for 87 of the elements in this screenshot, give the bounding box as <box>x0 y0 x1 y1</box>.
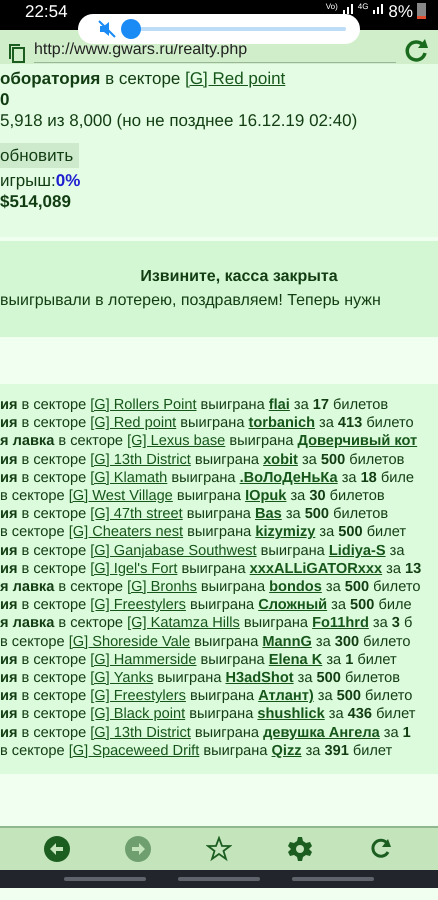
player-link[interactable]: девушка Ангела <box>263 724 380 741</box>
player-link[interactable]: xxxALLiGATORxxx <box>250 560 382 577</box>
sector-link[interactable]: [G] Klamath <box>90 470 168 486</box>
sector-link[interactable]: [G] Bronhs <box>127 579 197 596</box>
player-link[interactable]: torbanich <box>248 415 315 432</box>
lottery-result-line: ия в секторе [G] Igel's Fort выиграна xxxALLiGATORxxx за 13 <box>0 560 422 578</box>
lottery-result-line: ия в секторе [G] Klamath выиграна .ВоЛоДеНьКа за 18 биле <box>0 468 415 488</box>
lottery-result-line: ия в секторе [G] Black point выиграна shushlick за 436 билет <box>0 705 416 724</box>
chance-label: игрыш: <box>0 170 56 191</box>
lottery-result-line: ия в секторе [G] 47th street выиграна Bas за 500 билетов <box>0 505 390 524</box>
sector-link[interactable]: [G] Red point <box>185 69 286 88</box>
lottery-result-line: я лавка в секторе [G] Lexus base выиграна Доверчивый кот <box>0 432 418 451</box>
chance-value: 0% <box>56 170 80 191</box>
lottery-result-line: я лавка в секторе [G] Katamza Hills выиграна Fo11hrd за 3 б <box>0 614 414 633</box>
notice-text: выигрывали в лотерею, поздравляем! Теперь нужн <box>0 291 382 311</box>
ticket-count: 0 <box>0 89 10 110</box>
sector-link[interactable]: [G] Yanks <box>90 670 154 686</box>
location-line: оборатория в секторе [G] Red point <box>0 68 286 89</box>
sector-link[interactable]: [G] Rollers Point <box>90 397 196 413</box>
lottery-result-line: я лавка в секторе [G] Bronhs выиграна bondos за 500 билето <box>0 578 422 596</box>
settings-icon[interactable] <box>287 836 314 862</box>
player-link[interactable]: Elena K <box>268 652 322 668</box>
sector-link[interactable]: [G] Spaceweed Drift <box>68 742 200 759</box>
jackpot-amount: $514,089 <box>0 191 72 212</box>
lottery-result-line: ия в секторе [G] Yanks выиграна H3adShot за 500 билетов <box>0 669 401 688</box>
sector-link[interactable]: [G] Cheaters nest <box>68 524 184 540</box>
lottery-result-line: в секторе [G] Cheaters nest выиграна kizymizy за 500 билет <box>0 523 408 542</box>
sector-link[interactable]: [G] West Village <box>68 488 173 504</box>
star-icon[interactable] <box>206 836 232 862</box>
sector-link[interactable]: [G] Katamza Hills <box>127 615 240 632</box>
gesture-bar[interactable] <box>64 877 146 882</box>
lottery-result-line: ия в секторе [G] Rollers Point выиграна flai за 17 билетов <box>0 396 390 414</box>
player-link[interactable]: .ВоЛоДеНьКа <box>240 470 338 486</box>
refresh-button[interactable]: обновить <box>0 143 80 168</box>
network-type: 4G <box>358 2 368 11</box>
player-link[interactable]: Атлант) <box>258 688 314 704</box>
back-icon[interactable] <box>44 836 70 862</box>
slider-thumb[interactable] <box>120 19 141 39</box>
sector-link[interactable]: [G] Hammerside <box>90 652 196 668</box>
lottery-result-line: в секторе [G] Spaceweed Drift выиграна Qizz за 391 билет <box>0 742 394 760</box>
sector-link[interactable]: [G] Freestylers <box>90 688 186 704</box>
lottery-result-line: ия в секторе [G] Hammerside выиграна Elena K за 1 билет <box>0 650 398 670</box>
lottery-result-line: ия в секторе [G] Ganjabase Southwest выиграна Lidiya-S за <box>0 542 406 560</box>
sector-link[interactable]: [G] Black point <box>90 706 186 722</box>
lottery-result-line: ия в секторе [G] Red point выиграна torbanich за 413 билето <box>0 414 415 432</box>
sector-link[interactable]: [G] Lexus base <box>127 433 226 450</box>
player-link[interactable]: Bas <box>254 506 282 522</box>
battery-icon <box>417 2 426 19</box>
player-link[interactable]: xobit <box>263 452 298 468</box>
lottery-result-line: в секторе [G] West Village выиграна IOpuk за 30 билетов <box>0 487 386 506</box>
gesture-bar[interactable] <box>292 877 374 882</box>
player-link[interactable]: Lidiya-S <box>328 542 386 559</box>
lottery-result-line: в секторе [G] Shoreside Vale выиграна MannG за 300 билето <box>0 632 412 651</box>
muted-speaker-icon[interactable] <box>98 20 116 38</box>
player-link[interactable]: Доверчивый кот <box>298 433 418 450</box>
player-link[interactable]: H3adShot <box>226 670 294 686</box>
player-link[interactable]: MannG <box>262 634 312 650</box>
sector-link[interactable]: [G] 47th street <box>90 506 183 522</box>
player-link[interactable]: IOpuk <box>245 488 286 504</box>
player-link[interactable]: Qizz <box>272 742 302 759</box>
progress-text: 5,918 из 8,000 (но не позднее 16.12.19 02:40) <box>0 110 358 131</box>
volte-indicator: Vo) <box>326 2 338 11</box>
sector-link[interactable]: [G] Shoreside Vale <box>68 634 190 650</box>
lottery-result-line: ия в секторе [G] Freestylers выиграна Атлант) за 500 билето <box>0 687 414 706</box>
reload-icon[interactable] <box>404 39 430 63</box>
signal-icon <box>372 2 384 14</box>
player-link[interactable]: bondos <box>269 579 322 596</box>
copy-icon[interactable] <box>8 43 26 63</box>
lottery-result-line: ия в секторе [G] 13th District выиграна xobit за 500 билетов <box>0 450 406 469</box>
lottery-result-line: ия в секторе [G] 13th District выиграна девушка Ангела за 1 <box>0 724 412 742</box>
player-link[interactable]: kizymizy <box>255 524 316 540</box>
player-link[interactable]: Сложный <box>258 597 328 614</box>
player-link[interactable]: Fo11hrd <box>312 615 369 632</box>
sector-link[interactable]: [G] 13th District <box>90 452 191 468</box>
sector-link[interactable]: [G] Red point <box>90 415 176 432</box>
sector-link[interactable]: [G] Freestylers <box>90 597 186 614</box>
lottery-result-line: ия в секторе [G] Freestylers выиграна Сложный за 500 биле <box>0 596 413 614</box>
volume-slider[interactable] <box>124 19 346 39</box>
player-link[interactable]: flai <box>268 397 290 413</box>
notice-title: Извините, касса закрыта <box>139 267 339 287</box>
gesture-bar[interactable] <box>178 877 260 882</box>
battery-percent: 8% <box>388 2 413 21</box>
sector-link[interactable]: [G] 13th District <box>90 724 191 741</box>
sector-link[interactable]: [G] Igel's Fort <box>90 560 178 577</box>
player-link[interactable]: shushlick <box>257 706 325 722</box>
sector-link[interactable]: [G] Ganjabase Southwest <box>90 542 257 559</box>
status-time: 22:54 <box>25 2 68 21</box>
